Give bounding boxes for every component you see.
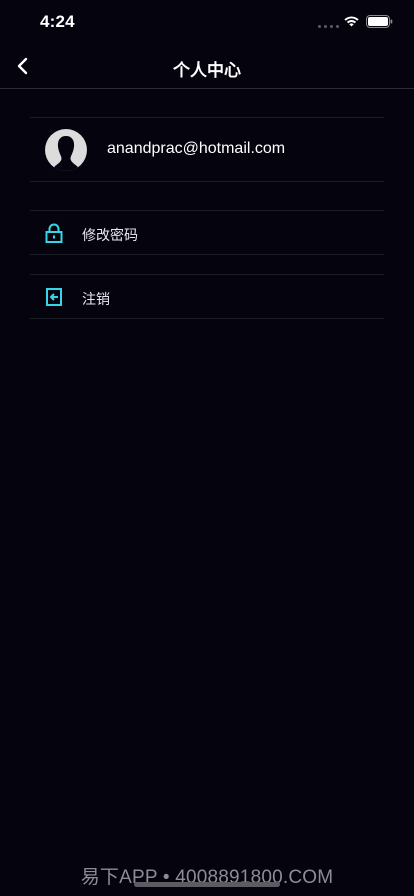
status-bar: 4:24 [0, 0, 414, 44]
change-password-item[interactable]: 修改密码 [30, 210, 384, 255]
page-title: 个人中心 [173, 61, 241, 81]
logout-label: 注销 [82, 292, 110, 308]
logout-icon [46, 288, 62, 306]
navigation-bar: 个人中心 [0, 44, 414, 89]
status-time: 4:24 [40, 12, 75, 31]
battery-icon [366, 15, 393, 28]
home-indicator [134, 882, 280, 887]
wifi-icon [344, 16, 359, 27]
avatar-silhouette-icon [45, 129, 87, 171]
lock-icon [45, 223, 63, 243]
change-password-label: 修改密码 [82, 228, 138, 244]
user-email: anandprac@hotmail.com [107, 140, 286, 157]
logout-item[interactable]: 注销 [30, 274, 384, 319]
profile-row[interactable]: anandprac@hotmail.com [30, 117, 384, 182]
cellular-signal-icon [318, 25, 339, 28]
